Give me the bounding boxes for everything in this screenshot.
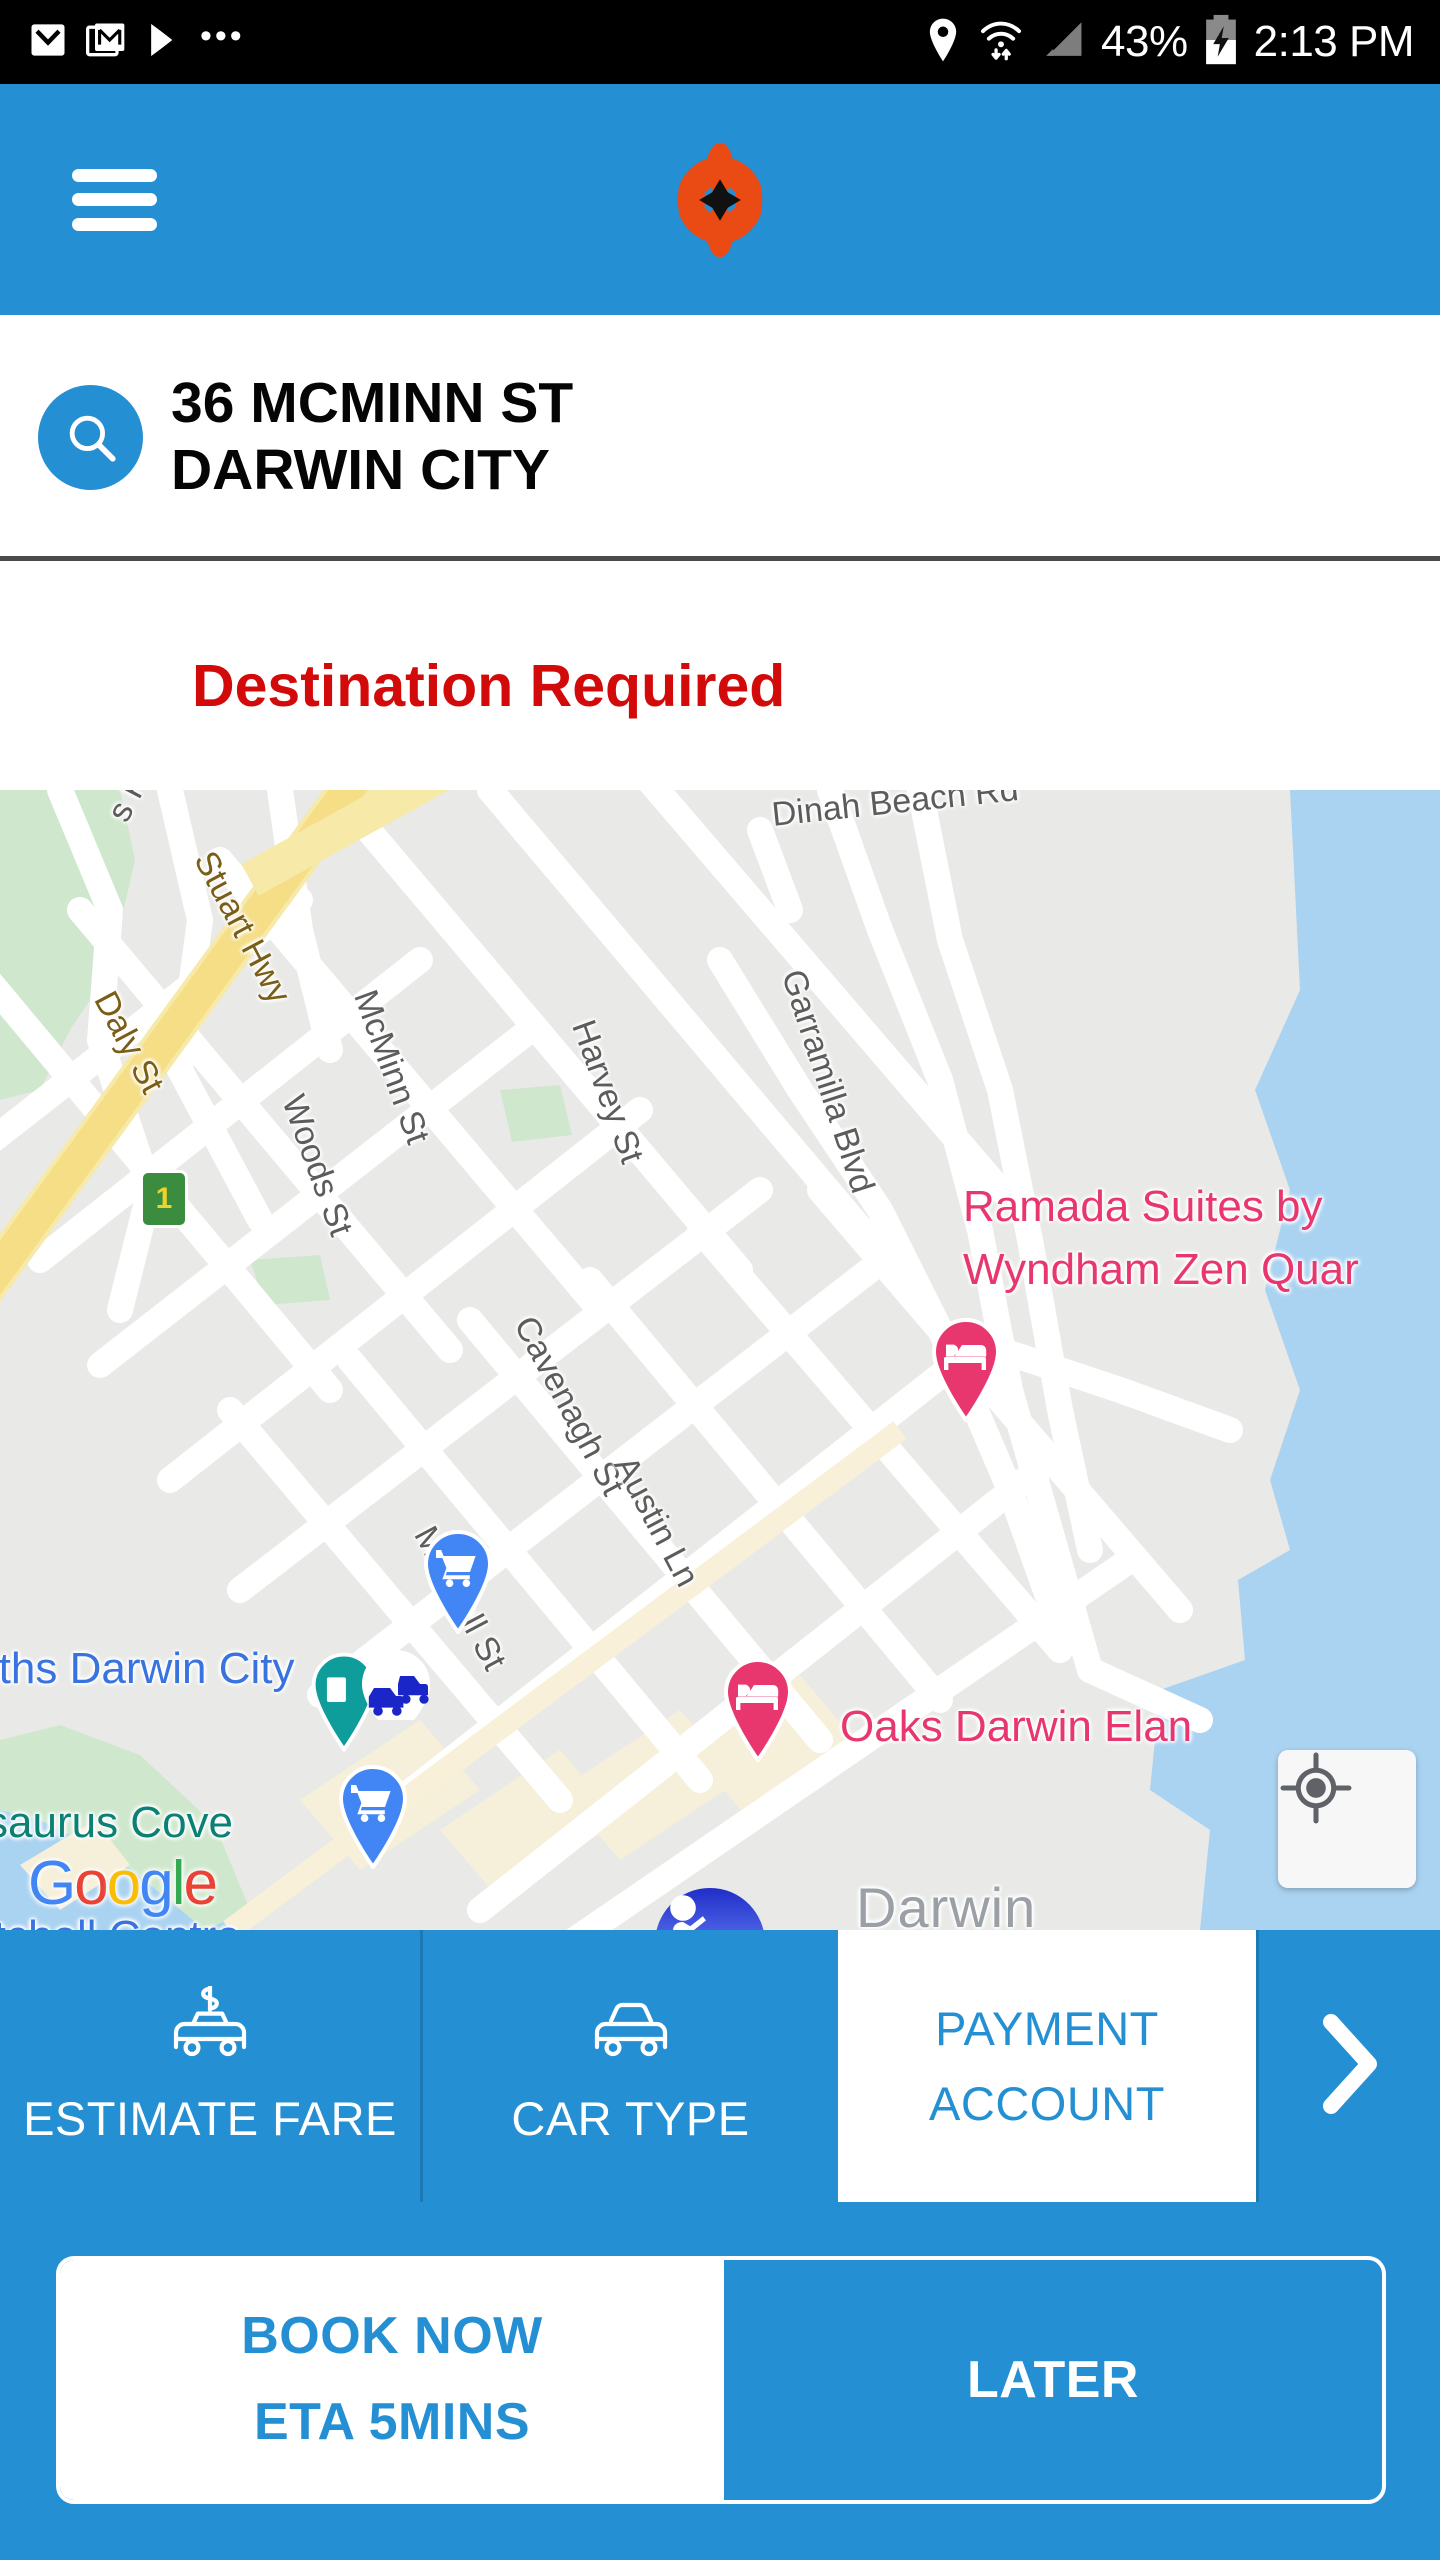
google-letter: g [139,1849,174,1918]
next-options-button[interactable] [1256,1930,1440,2202]
gmail-icon [84,18,128,67]
address-line-1: 36 MCMINN ST [171,371,574,436]
google-letter: l [171,1849,186,1918]
app-flower-logo [655,135,785,265]
battery-charging-icon [1204,14,1238,71]
google-letter: G [28,1849,76,1918]
hotel-pin-oaks[interactable] [720,1658,796,1762]
destination-required-message: Destination Required [192,653,786,719]
book-later-label: LATER [967,2351,1139,2409]
more-notifications-icon: ••• [200,16,245,55]
search-icon[interactable] [38,384,143,490]
destination-alert-row: Destination Required [0,561,1440,790]
booking-bar: BOOK NOW ETA 5MINS LATER [0,2202,1440,2560]
map-view[interactable]: Stuart Hwy s Rd Daly St McMinn St Woods … [0,790,1440,1930]
my-location-button[interactable] [1278,1750,1416,1888]
my-location-crosshair-icon [1280,1752,1352,1824]
google-letter: o [74,1849,109,1918]
address-line-2: DARWIN CITY [171,438,550,502]
book-now-button[interactable]: BOOK NOW ETA 5MINS [60,2260,724,2500]
hamburger-bar [72,168,157,182]
status-bar-system: 43% 2:13 PM [923,14,1440,71]
google-letter: o [106,1849,142,1918]
booking-buttons-group: BOOK NOW ETA 5MINS LATER [56,2256,1386,2504]
cellular-signal-icon [1039,18,1085,67]
store-pin-mitchell-centre[interactable] [335,1765,411,1869]
email-icon [26,18,70,67]
taxi-fare-icon [166,1984,254,2065]
google-letter: e [183,1849,218,1918]
pickup-address: 36 MCMINN ST DARWIN CITY [171,370,573,503]
battery-percent-label: 43% [1101,17,1188,66]
hotel-pin-ramada[interactable] [928,1318,1004,1422]
estimate-fare-label: ESTIMATE FARE [23,2092,397,2145]
status-bar-notifications: ••• [0,18,245,67]
estimate-fare-button[interactable]: ESTIMATE FARE [0,1930,420,2202]
store-pin-woolworths[interactable] [420,1530,496,1634]
location-icon [923,17,963,68]
book-later-button[interactable]: LATER [724,2260,1382,2500]
account-label: ACCOUNT [929,2077,1165,2130]
hamburger-bar [72,217,157,231]
book-now-label: BOOK NOW [241,2307,543,2366]
payment-label: PAYMENT [935,2001,1159,2055]
car-icon [587,1986,675,2065]
address-row[interactable]: 36 MCMINN ST DARWIN CITY [0,315,1440,559]
car-type-label: CAR TYPE [511,2092,750,2145]
clock-label: 2:13 PM [1253,17,1415,66]
hamburger-menu-icon[interactable] [72,168,157,231]
play-store-icon [142,18,186,67]
payment-account-button[interactable]: PAYMENT ACCOUNT [838,1930,1256,2202]
book-now-eta-label: ETA 5MINS [253,2393,531,2451]
route-shield-1: 1 [140,1170,188,1228]
car-type-button[interactable]: CAR TYPE [420,1930,838,2202]
wifi-icon [979,17,1023,68]
chevron-right-icon [1313,2012,1387,2121]
status-bar: ••• 43% 2:13 PM [0,0,1440,84]
google-attribution-logo: Google [28,1848,218,1919]
car-rental-pin[interactable] [352,1648,430,1752]
app-header [0,84,1440,315]
action-bar: ESTIMATE FARE CAR TYPE PAYMENT ACCOUNT [0,1930,1440,2202]
hamburger-bar [72,193,157,206]
